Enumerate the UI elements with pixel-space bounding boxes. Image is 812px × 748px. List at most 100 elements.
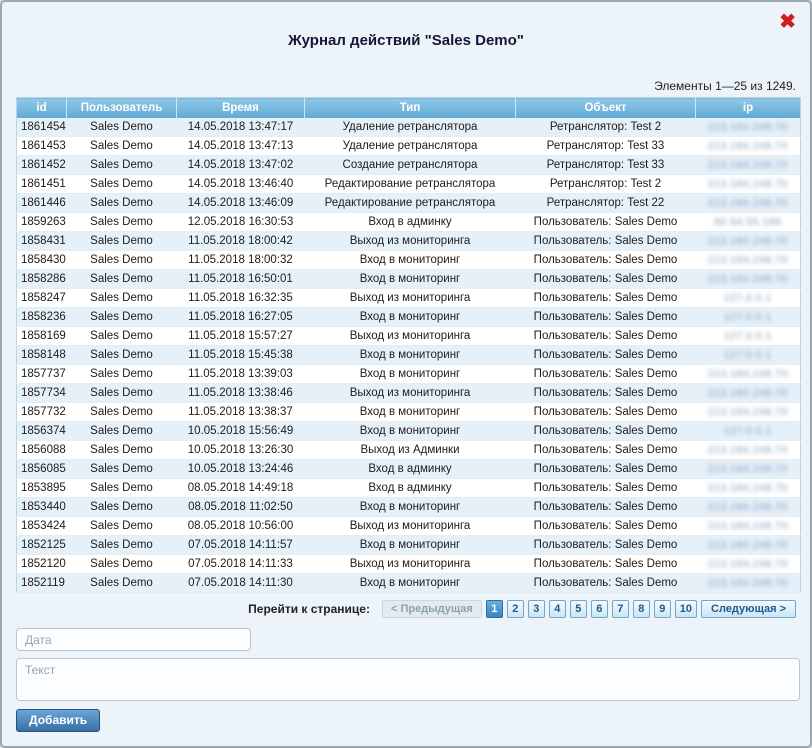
cell-user: Sales Demo — [67, 213, 177, 232]
table-row: 1856088Sales Demo10.05.2018 13:26:30Выхо… — [17, 441, 801, 460]
cell-time: 08.05.2018 10:56:00 — [177, 517, 305, 536]
ip-value: 213.184.248.70 — [708, 482, 788, 494]
cell-ip: 213.184.248.70 — [696, 232, 801, 251]
cell-id: 1858236 — [17, 308, 67, 327]
cell-time: 11.05.2018 16:50:01 — [177, 270, 305, 289]
cell-type: Выход из мониторинга — [305, 555, 516, 574]
cell-ip: 127.0.0.1 — [696, 289, 801, 308]
cell-time: 12.05.2018 16:30:53 — [177, 213, 305, 232]
table-row: 1858431Sales Demo11.05.2018 18:00:42Выхо… — [17, 232, 801, 251]
ip-value: 213.184.248.70 — [708, 387, 788, 399]
ip-value: 213.184.248.70 — [708, 558, 788, 570]
cell-user: Sales Demo — [67, 479, 177, 498]
log-table-header-row: idПользовательВремяТипОбъектip — [17, 98, 801, 118]
cell-object: Пользователь: Sales Demo — [516, 460, 696, 479]
table-row: 1861446Sales Demo14.05.2018 13:46:09Реда… — [17, 194, 801, 213]
cell-object: Пользователь: Sales Demo — [516, 365, 696, 384]
cell-ip: 213.184.248.70 — [696, 156, 801, 175]
text-input[interactable] — [16, 658, 800, 701]
cell-user: Sales Demo — [67, 137, 177, 156]
page-button-10[interactable]: 10 — [675, 600, 697, 618]
cell-type: Выход из мониторинга — [305, 384, 516, 403]
cell-id: 1858430 — [17, 251, 67, 270]
page-button-8[interactable]: 8 — [633, 600, 650, 618]
table-row: 1852119Sales Demo07.05.2018 14:11:30Вход… — [17, 574, 801, 593]
cell-object: Пользователь: Sales Demo — [516, 555, 696, 574]
column-header-ip: ip — [696, 98, 801, 118]
page-button-7[interactable]: 7 — [612, 600, 629, 618]
page-button-1[interactable]: 1 — [486, 600, 503, 618]
cell-time: 11.05.2018 15:57:27 — [177, 327, 305, 346]
column-header-time: Время — [177, 98, 305, 118]
cell-id: 1853424 — [17, 517, 67, 536]
ip-value: 213.184.248.70 — [708, 406, 788, 418]
cell-time: 08.05.2018 11:02:50 — [177, 498, 305, 517]
cell-ip: 213.184.248.70 — [696, 498, 801, 517]
page-button-4[interactable]: 4 — [549, 600, 566, 618]
date-input[interactable] — [16, 628, 251, 651]
ip-value: 213.184.248.70 — [708, 197, 788, 209]
cell-id: 1861452 — [17, 156, 67, 175]
cell-type: Редактирование ретранслятора — [305, 175, 516, 194]
cell-ip: 213.184.248.70 — [696, 118, 801, 137]
table-row: 1858430Sales Demo11.05.2018 18:00:32Вход… — [17, 251, 801, 270]
cell-type: Вход в мониторинг — [305, 498, 516, 517]
cell-object: Пользователь: Sales Demo — [516, 346, 696, 365]
ip-value: 213.184.248.70 — [708, 368, 788, 380]
page-button-5[interactable]: 5 — [570, 600, 587, 618]
table-row: 1861454Sales Demo14.05.2018 13:47:17Удал… — [17, 118, 801, 137]
cell-user: Sales Demo — [67, 365, 177, 384]
cell-type: Вход в мониторинг — [305, 422, 516, 441]
page-buttons: 12345678910 — [486, 600, 697, 618]
ip-value: 127.0.0.1 — [724, 292, 772, 304]
cell-id: 1861453 — [17, 137, 67, 156]
cell-type: Вход в мониторинг — [305, 308, 516, 327]
page-button-6[interactable]: 6 — [591, 600, 608, 618]
ip-value: 213.184.248.70 — [708, 463, 788, 475]
cell-id: 1853440 — [17, 498, 67, 517]
table-row: 1861452Sales Demo14.05.2018 13:47:02Созд… — [17, 156, 801, 175]
cell-object: Ретранслятор: Test 22 — [516, 194, 696, 213]
cell-type: Вход в мониторинг — [305, 403, 516, 422]
cell-user: Sales Demo — [67, 232, 177, 251]
cell-user: Sales Demo — [67, 156, 177, 175]
cell-id: 1861451 — [17, 175, 67, 194]
cell-time: 14.05.2018 13:47:02 — [177, 156, 305, 175]
cell-type: Редактирование ретранслятора — [305, 194, 516, 213]
next-page-button[interactable]: Следующая > — [701, 600, 796, 618]
cell-time: 14.05.2018 13:46:40 — [177, 175, 305, 194]
cell-type: Вход в мониторинг — [305, 270, 516, 289]
page-button-2[interactable]: 2 — [507, 600, 524, 618]
cell-ip: 213.184.248.70 — [696, 365, 801, 384]
page-button-3[interactable]: 3 — [528, 600, 545, 618]
table-row: 1853424Sales Demo08.05.2018 10:56:00Выхо… — [17, 517, 801, 536]
cell-time: 07.05.2018 14:11:33 — [177, 555, 305, 574]
previous-page-button[interactable]: < Предыдущая — [382, 600, 482, 618]
cell-id: 1858286 — [17, 270, 67, 289]
cell-id: 1857732 — [17, 403, 67, 422]
cell-ip: 127.0.0.1 — [696, 346, 801, 365]
items-count-label: Элементы 1—25 из 1249. — [16, 79, 796, 93]
cell-object: Пользователь: Sales Demo — [516, 384, 696, 403]
page-button-9[interactable]: 9 — [654, 600, 671, 618]
cell-time: 14.05.2018 13:46:09 — [177, 194, 305, 213]
cell-time: 07.05.2018 14:11:30 — [177, 574, 305, 593]
cell-ip: 213.184.248.70 — [696, 251, 801, 270]
cell-ip: 127.0.0.1 — [696, 308, 801, 327]
add-button[interactable]: Добавить — [16, 709, 100, 732]
cell-user: Sales Demo — [67, 308, 177, 327]
ip-value: 90.84.55.199 — [714, 216, 781, 228]
cell-time: 11.05.2018 16:32:35 — [177, 289, 305, 308]
cell-type: Вход в админку — [305, 213, 516, 232]
cell-object: Ретранслятор: Test 33 — [516, 137, 696, 156]
action-log-dialog: ✖ Журнал действий "Sales Demo" Элементы … — [0, 0, 812, 748]
close-icon[interactable]: ✖ — [779, 12, 796, 32]
ip-value: 213.184.248.70 — [708, 140, 788, 152]
cell-user: Sales Demo — [67, 555, 177, 574]
cell-time: 11.05.2018 13:38:37 — [177, 403, 305, 422]
cell-object: Пользователь: Sales Demo — [516, 574, 696, 593]
ip-value: 127.0.0.1 — [724, 330, 772, 342]
cell-user: Sales Demo — [67, 536, 177, 555]
cell-id: 1852125 — [17, 536, 67, 555]
pagination-bar: Перейти к странице: < Предыдущая 1234567… — [16, 600, 796, 618]
